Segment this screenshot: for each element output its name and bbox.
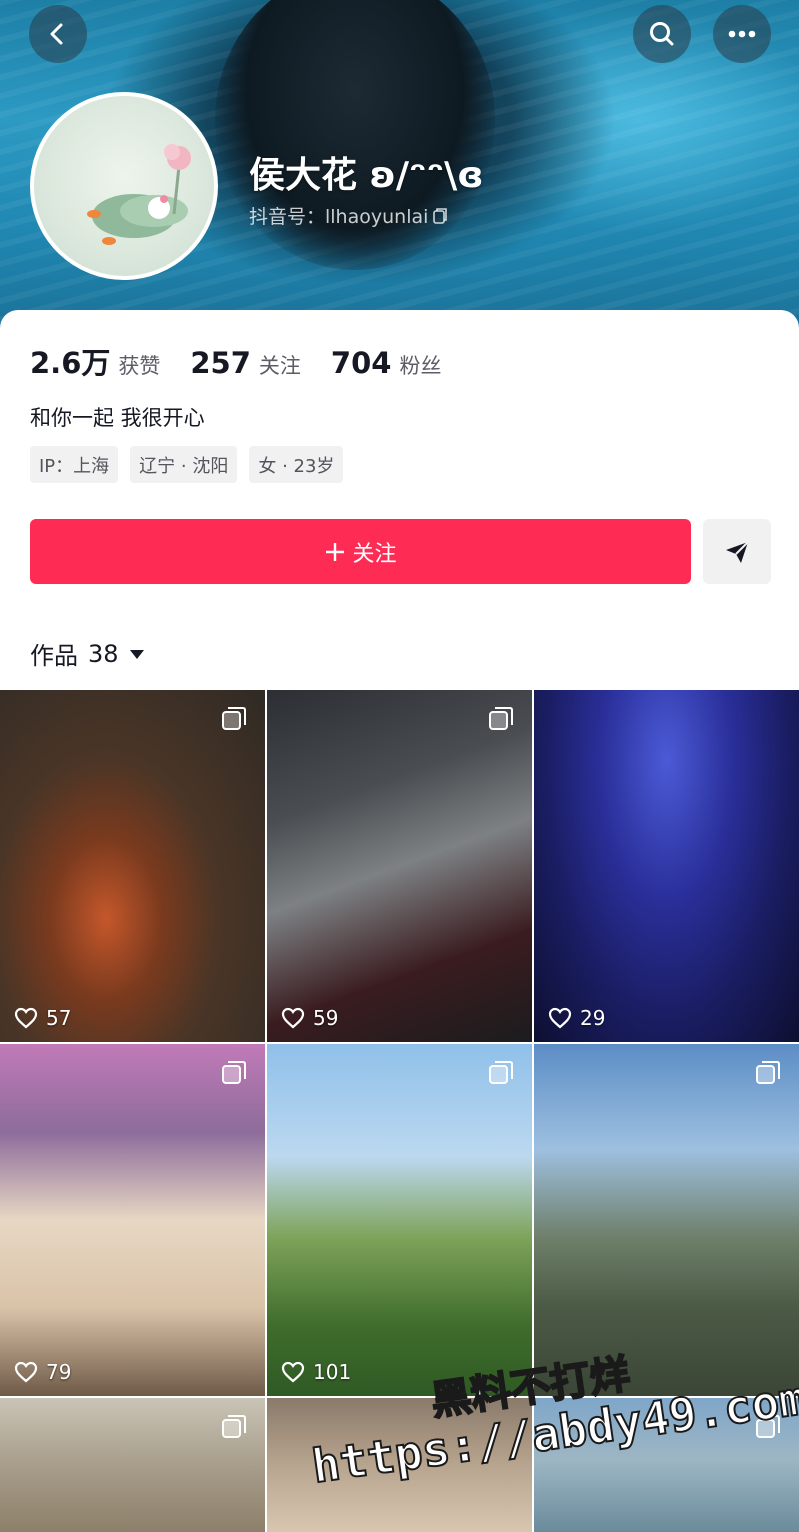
stat-likes-label: 获赞 [118, 354, 161, 378]
like-count: 29 [548, 1006, 605, 1030]
caret-down-icon [129, 649, 144, 659]
like-count: 79 [14, 1360, 71, 1384]
tag-location: 辽宁 · 沈阳 [130, 446, 238, 483]
like-count: 101 [281, 1360, 351, 1384]
nickname: 侯大花 ʚ/ᵔᵔ\ɞ [249, 155, 484, 196]
like-count: 57 [14, 1006, 71, 1030]
douyin-id[interactable]: 抖音号：llhaoyunlai [249, 202, 448, 229]
stat-followers-num: 704 [330, 346, 392, 380]
like-count-value: 29 [580, 1006, 606, 1030]
follow-button-label: 关注 [352, 541, 397, 567]
stat-followers[interactable]: 704 粉丝 [331, 346, 442, 380]
profile-tags: IP：上海 辽宁 · 沈阳 女 · 23岁 [30, 446, 344, 483]
work-item[interactable] [534, 1044, 799, 1396]
heart-icon [281, 1361, 305, 1383]
douyin-id-text: 抖音号：llhaoyunlai [249, 206, 429, 228]
works-tab[interactable]: 作品 38 [30, 636, 145, 671]
works-label: 作品 [30, 642, 78, 670]
work-item[interactable] [267, 1398, 532, 1532]
stat-following[interactable]: 257 关注 [190, 346, 301, 380]
work-item[interactable]: 101 [267, 1044, 532, 1396]
more-dots-icon [728, 30, 756, 38]
search-icon [650, 22, 674, 46]
avatar[interactable] [30, 92, 218, 280]
back-arrow-icon [50, 23, 63, 45]
profile-stats: 2.6万 获赞 257 关注 704 粉丝 [30, 340, 471, 382]
follow-button[interactable]: 关注 [30, 519, 691, 584]
avatar-lotus-image [87, 144, 191, 245]
work-item[interactable]: 59 [267, 690, 532, 1042]
stat-following-num: 257 [190, 346, 251, 380]
heart-icon [281, 1007, 305, 1029]
like-count-value: 57 [46, 1006, 72, 1030]
copy-icon[interactable] [432, 207, 448, 225]
tag-gender-age: 女 · 23岁 [249, 446, 344, 483]
multi-image-icon [489, 707, 513, 730]
works-grid: 57 59 29 79 101 [0, 690, 799, 1532]
multi-image-icon [222, 1061, 246, 1084]
like-count: 59 [281, 1006, 338, 1030]
stat-followers-label: 粉丝 [399, 354, 442, 378]
work-item[interactable] [0, 1398, 265, 1532]
multi-image-icon [489, 1061, 513, 1084]
more-button[interactable] [713, 5, 771, 63]
stat-following-label: 关注 [258, 354, 301, 378]
multi-image-icon [756, 1061, 780, 1084]
multi-image-icon [756, 1415, 780, 1438]
work-item[interactable] [534, 1398, 799, 1532]
stat-likes[interactable]: 2.6万 获赞 [30, 340, 160, 382]
send-icon [726, 540, 749, 563]
tag-ip: IP：上海 [30, 446, 119, 483]
heart-icon [548, 1007, 572, 1029]
heart-icon [14, 1007, 38, 1029]
search-button[interactable] [633, 5, 691, 63]
profile-cover: 侯大花 ʚ/ᵔᵔ\ɞ 抖音号：llhaoyunlai [0, 0, 799, 340]
send-message-button[interactable] [703, 519, 771, 584]
heart-icon [14, 1361, 38, 1383]
like-count-value: 79 [46, 1360, 72, 1384]
multi-image-icon [222, 1415, 246, 1438]
multi-image-icon [222, 707, 246, 730]
work-item[interactable]: 79 [0, 1044, 265, 1396]
works-count: 38 [88, 639, 119, 668]
like-count-value: 59 [313, 1006, 339, 1030]
bio: 和你一起 我很开心 [30, 406, 205, 430]
work-item[interactable]: 57 [0, 690, 265, 1042]
stat-likes-num: 2.6万 [30, 346, 111, 380]
back-button[interactable] [29, 5, 87, 63]
work-item[interactable]: 29 [534, 690, 799, 1042]
like-count-value: 101 [313, 1360, 352, 1384]
plus-icon [326, 542, 345, 561]
